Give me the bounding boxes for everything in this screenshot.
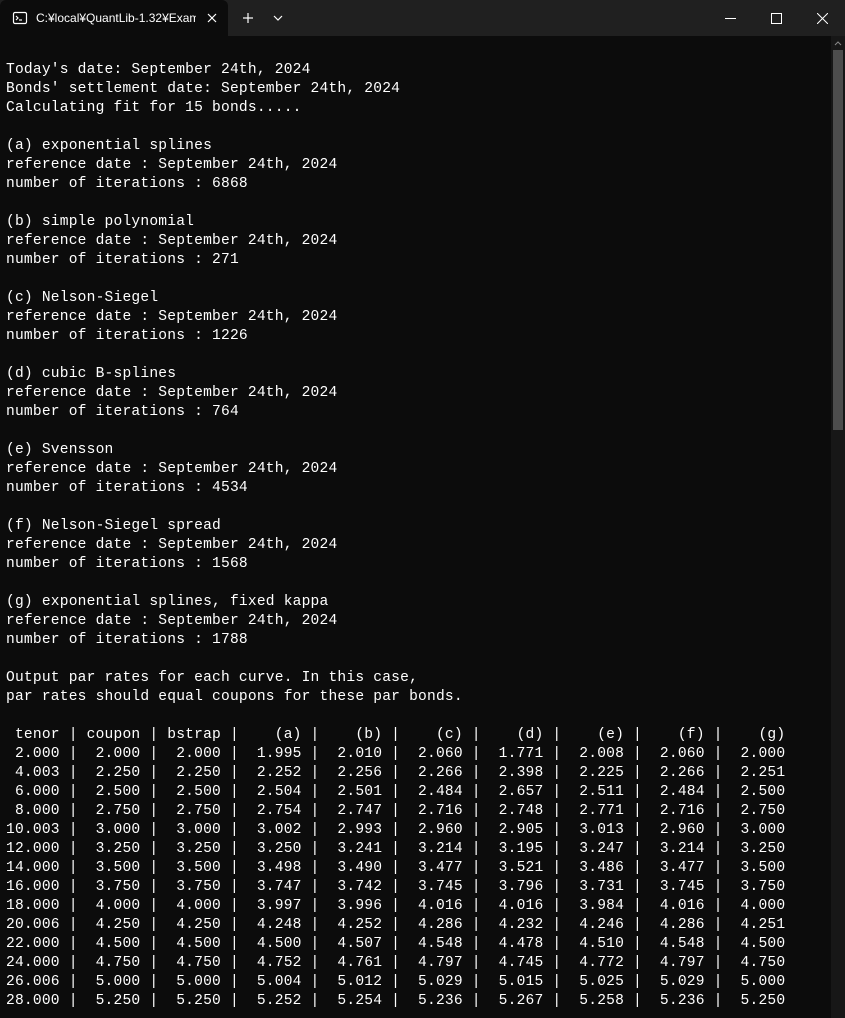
- close-button[interactable]: [799, 0, 845, 36]
- maximize-button[interactable]: [753, 0, 799, 36]
- content-area: Today's date: September 24th, 2024 Bonds…: [0, 36, 845, 1018]
- tab-active[interactable]: C:¥local¥QuantLib-1.32¥Examp: [0, 0, 228, 36]
- tab-title: C:¥local¥QuantLib-1.32¥Examp: [36, 11, 196, 25]
- close-icon[interactable]: [204, 10, 220, 26]
- scrollbar-thumb[interactable]: [833, 50, 843, 430]
- window-controls: [707, 0, 845, 36]
- scroll-arrow-up-icon[interactable]: [831, 36, 845, 50]
- dropdown-button[interactable]: [264, 2, 292, 34]
- titlebar-left: C:¥local¥QuantLib-1.32¥Examp: [0, 0, 292, 36]
- titlebar: C:¥local¥QuantLib-1.32¥Examp: [0, 0, 845, 36]
- minimize-button[interactable]: [707, 0, 753, 36]
- terminal-output[interactable]: Today's date: September 24th, 2024 Bonds…: [0, 36, 831, 1018]
- scrollbar[interactable]: [831, 36, 845, 1018]
- terminal-icon: [12, 10, 28, 26]
- new-tab-button[interactable]: [232, 2, 264, 34]
